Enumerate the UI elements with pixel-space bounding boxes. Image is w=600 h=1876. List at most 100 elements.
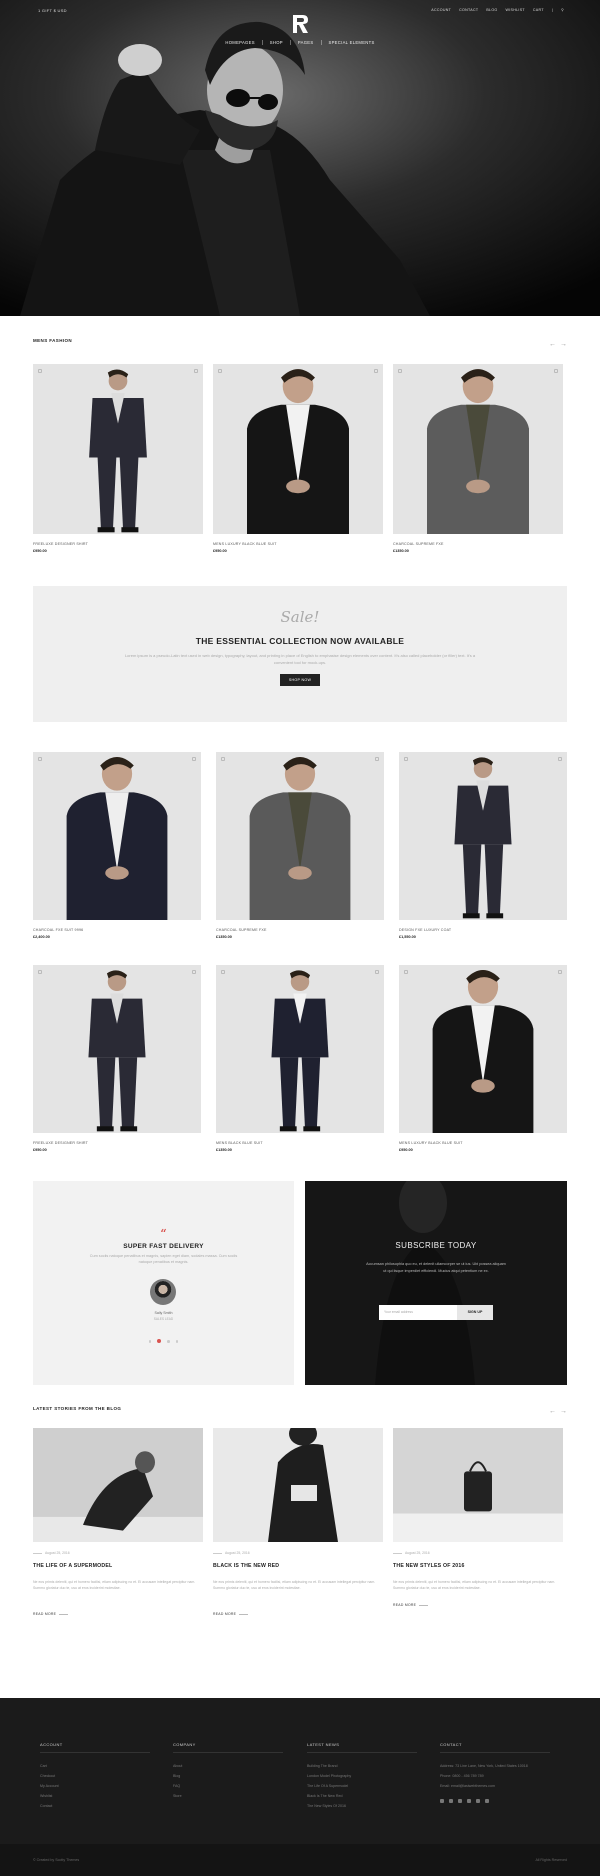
product-card[interactable]: FREELUXE DESIGNER SHIRT £950.00	[33, 364, 203, 556]
nav-homepages[interactable]: HOMEPAGES	[218, 40, 263, 45]
product-image[interactable]	[33, 965, 201, 1133]
compare-icon[interactable]	[221, 757, 225, 761]
product-card[interactable]: DESIGN FXE LUXURY COAT £1,550.00	[399, 752, 567, 942]
wishlist-icon[interactable]	[554, 369, 558, 373]
sign-up-button[interactable]: SIGN UP	[457, 1305, 493, 1320]
arrow-right-icon[interactable]: →	[560, 341, 571, 348]
nav-account[interactable]: ACCOUNT	[431, 8, 451, 12]
product-image[interactable]	[399, 965, 567, 1133]
wishlist-icon[interactable]	[192, 757, 196, 761]
arrow-left-icon[interactable]: ←	[549, 1408, 560, 1415]
footer-link[interactable]: Store	[173, 1791, 283, 1801]
blog-image-link[interactable]	[33, 1428, 203, 1542]
nav-blog[interactable]: BLOG	[486, 8, 497, 12]
post-title[interactable]: BLACK IS THE NEW RED	[213, 1563, 279, 1569]
footer-link[interactable]: My Account	[40, 1781, 150, 1791]
product-name[interactable]: CHARCOAL FXE SUIT 9996	[33, 928, 83, 932]
behance-icon[interactable]	[440, 1799, 444, 1803]
footer-link[interactable]: Checkout	[40, 1771, 150, 1781]
nav-wishlist[interactable]: WISHLIST	[506, 8, 525, 12]
flickr-icon[interactable]	[458, 1799, 462, 1803]
blog-post[interactable]: August 25, 2016 BLACK IS THE NEW RED Ne eo…	[213, 1428, 383, 1628]
wishlist-icon[interactable]	[375, 757, 379, 761]
slider-dot[interactable]	[167, 1340, 170, 1343]
slider-dot[interactable]	[175, 1340, 179, 1343]
wishlist-icon[interactable]	[192, 970, 196, 974]
wishlist-icon[interactable]	[375, 970, 379, 974]
currency-selector[interactable]: 1 GIFT $ USD	[38, 8, 67, 13]
footer-link[interactable]: Blog	[173, 1771, 283, 1781]
compare-icon[interactable]	[221, 970, 225, 974]
product-card[interactable]: CHARCOAL SUPREME FXE £1350.00	[393, 364, 563, 556]
read-more-link[interactable]: READ MORE	[393, 1603, 428, 1607]
blog-image-link[interactable]	[393, 1428, 563, 1542]
product-image[interactable]	[33, 752, 201, 920]
blog-post[interactable]: August 25, 2016 THE LIFE OF A SUPERMODEL N…	[33, 1428, 203, 1628]
email-input[interactable]: Your email address	[379, 1305, 457, 1320]
post-title[interactable]: THE LIFE OF A SUPERMODEL	[33, 1563, 112, 1569]
product-image[interactable]	[216, 752, 384, 920]
brand-logo[interactable]	[291, 14, 309, 34]
product-image[interactable]	[399, 752, 567, 920]
wishlist-icon[interactable]	[374, 369, 378, 373]
footer-link[interactable]: About	[173, 1761, 283, 1771]
product-card[interactable]: CHARCOAL FXE SUIT 9996 £2,400.00	[33, 752, 201, 942]
product-card[interactable]: MENS LUXURY BLACK BLUE SUIT £950.00	[399, 965, 567, 1155]
footer-link[interactable]: Wishlist	[40, 1791, 150, 1801]
footer-link[interactable]: The Life Of A Supermodel	[307, 1781, 417, 1791]
product-name[interactable]: FREELUXE DESIGNER SHIRT	[33, 1141, 88, 1145]
footer-link[interactable]: FAQ	[173, 1781, 283, 1791]
footer-link[interactable]: Contact	[40, 1801, 150, 1811]
wishlist-icon[interactable]	[194, 369, 198, 373]
product-name[interactable]: MENS BLACK BLUE SUIT	[216, 1141, 263, 1145]
nav-shop[interactable]: SHOP	[263, 40, 291, 45]
arrow-left-icon[interactable]: ←	[549, 341, 560, 348]
shop-now-button[interactable]: SHOP NOW	[280, 674, 320, 686]
footer-link[interactable]: Black Is The New Red	[307, 1791, 417, 1801]
nav-special-elements[interactable]: SPECIAL ELEMENTS	[322, 40, 382, 45]
compare-icon[interactable]	[38, 369, 42, 373]
product-name[interactable]: MENS LUXURY BLACK BLUE SUIT	[213, 542, 277, 546]
read-more-link[interactable]: READ MORE	[33, 1612, 68, 1616]
slider-dot-active[interactable]	[157, 1339, 162, 1344]
product-card[interactable]: CHARCOAL SUPREME FXE £1350.00	[216, 752, 384, 942]
facebook-icon[interactable]	[449, 1799, 453, 1803]
footer-link[interactable]: Building The Brand	[307, 1761, 417, 1771]
product-name[interactable]: CHARCOAL SUPREME FXE	[216, 928, 267, 932]
compare-icon[interactable]	[404, 757, 408, 761]
youtube-icon[interactable]	[467, 1799, 471, 1803]
product-card[interactable]: MENS LUXURY BLACK BLUE SUIT £950.00	[213, 364, 383, 556]
search-icon[interactable]: ⚲	[561, 8, 564, 12]
post-title[interactable]: THE NEW STYLES OF 2016	[393, 1563, 465, 1569]
nav-cart[interactable]: CART	[533, 8, 544, 12]
footer-link[interactable]: London Model Photography	[307, 1771, 417, 1781]
footer-link[interactable]: Cart	[40, 1761, 150, 1771]
compare-icon[interactable]	[218, 369, 222, 373]
nav-contact[interactable]: CONTACT	[459, 8, 478, 12]
slider-dot[interactable]	[148, 1340, 152, 1343]
footer-link[interactable]: The New Styles Of 2016	[307, 1801, 417, 1811]
product-name[interactable]: DESIGN FXE LUXURY COAT	[399, 928, 451, 932]
product-name[interactable]: CHARCOAL SUPREME FXE	[393, 542, 444, 546]
wishlist-icon[interactable]	[558, 757, 562, 761]
arrow-right-icon[interactable]: →	[560, 1408, 571, 1415]
compare-icon[interactable]	[38, 970, 42, 974]
wishlist-icon[interactable]	[558, 970, 562, 974]
compare-icon[interactable]	[398, 369, 402, 373]
product-image[interactable]	[216, 965, 384, 1133]
twitter-icon[interactable]	[485, 1799, 489, 1803]
blog-post[interactable]: August 25, 2016 THE NEW STYLES OF 2016 Ne …	[393, 1428, 563, 1628]
product-image[interactable]	[213, 364, 383, 534]
nav-pages[interactable]: PAGES	[291, 40, 322, 45]
product-image[interactable]	[393, 364, 563, 534]
compare-icon[interactable]	[38, 757, 42, 761]
product-card[interactable]: FREELUXE DESIGNER SHIRT £950.00	[33, 965, 201, 1155]
instagram-icon[interactable]	[476, 1799, 480, 1803]
product-name[interactable]: FREELUXE DESIGNER SHIRT	[33, 542, 88, 546]
product-image[interactable]	[33, 364, 203, 534]
read-more-link[interactable]: READ MORE	[213, 1612, 248, 1616]
compare-icon[interactable]	[404, 970, 408, 974]
blog-image-link[interactable]	[213, 1428, 383, 1542]
product-card[interactable]: MENS BLACK BLUE SUIT £1350.00	[216, 965, 384, 1155]
user-icon[interactable]: |	[552, 8, 553, 12]
